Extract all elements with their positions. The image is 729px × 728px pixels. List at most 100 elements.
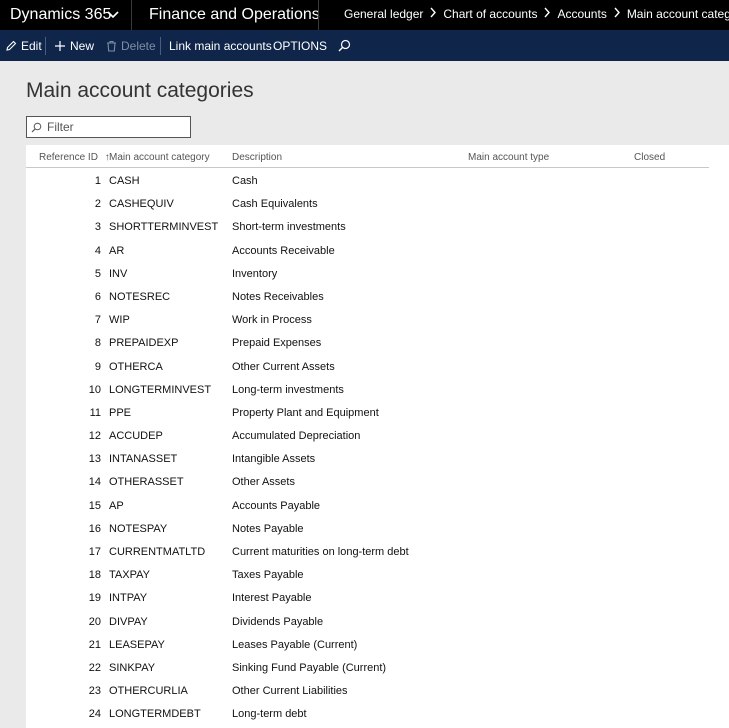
content-area: Main account categories Reference ID ↑ M… (0, 61, 729, 728)
reference-id-cell: 1 (94, 175, 101, 187)
description-cell: Long-term investments (232, 383, 344, 396)
edit-label: Edit (21, 38, 42, 53)
description-cell: Leases Payable (Current) (232, 638, 358, 651)
reference-id-cell: 13 (88, 453, 101, 466)
description-cell: Interest Payable (232, 592, 312, 605)
table-row[interactable]: 17 CURRENTMATLTD Current maturities on lon… (26, 539, 709, 562)
category-cell: NOTESPAY (109, 522, 168, 535)
table-row[interactable]: 24 LONGTERMDEBT Long-term debt (26, 701, 709, 724)
breadcrumb-accounts[interactable]: Accounts (557, 7, 606, 21)
reference-id-cell: 11 (89, 406, 101, 419)
nav-divider (318, 0, 319, 30)
table-row[interactable]: 5 INV Inventory (26, 261, 709, 284)
delete-button[interactable]: Delete (106, 30, 156, 61)
table-row[interactable]: 7 WIP Work in Process (26, 307, 709, 330)
table-row[interactable]: 22 SINKPAY Sinking Fund Payable (Current) (26, 655, 709, 678)
link-main-accounts-label: Link main accounts (169, 38, 272, 53)
column-header-main-account-type[interactable]: Main account type (468, 152, 549, 163)
table-row[interactable]: 6 NOTESREC Notes Receivables (26, 284, 709, 307)
table-row[interactable]: 23 OTHERCURLIA Other Current Liabilities (26, 678, 709, 701)
table-row[interactable]: 3 SHORTTERMINVEST Short-term investments (26, 214, 709, 237)
search-icon (338, 39, 351, 52)
options-tab[interactable]: OPTIONS (273, 30, 327, 61)
column-header-description[interactable]: Description (232, 152, 282, 163)
category-cell: AR (109, 244, 125, 257)
category-cell: LEASEPAY (109, 638, 165, 651)
table-row[interactable]: 19 INTPAY Interest Payable (26, 585, 709, 608)
category-cell: ACCUDEP (109, 430, 163, 443)
column-header-main-account-category[interactable]: Main account category (109, 152, 210, 163)
column-header-reference-id[interactable]: Reference ID ↑ (39, 152, 110, 163)
breadcrumb-general-ledger[interactable]: General ledger (344, 7, 423, 21)
app-switcher[interactable]: Dynamics 365 (0, 0, 131, 30)
left-margin (0, 61, 26, 728)
category-cell: LONGTERMINVEST (109, 383, 212, 396)
table-row[interactable]: 13 INTANASSET Intangible Assets (26, 446, 709, 469)
category-cell: INTANASSET (109, 453, 178, 466)
action-divider (45, 37, 46, 55)
table-row[interactable]: 20 DIVPAY Dividends Payable (26, 609, 709, 632)
description-cell: Notes Payable (232, 522, 304, 535)
edit-button[interactable]: Edit (5, 30, 42, 61)
new-button[interactable]: New (54, 30, 94, 61)
module-name[interactable]: Finance and Operations (149, 0, 320, 30)
chevron-right-icon (537, 7, 557, 21)
reference-id-cell: 24 (88, 708, 101, 721)
pencil-icon (6, 40, 17, 51)
action-divider (160, 37, 161, 55)
column-header-closed[interactable]: Closed (634, 152, 665, 163)
reference-id-cell: 2 (94, 198, 101, 211)
reference-id-cell: 7 (94, 314, 101, 327)
table-row[interactable]: 10 LONGTERMINVEST Long-term investments (26, 377, 709, 400)
table-row[interactable]: 4 AR Accounts Receivable (26, 238, 709, 261)
module-label: Finance and Operations (149, 6, 320, 23)
table-row[interactable]: 8 PREPAIDEXP Prepaid Expenses (26, 330, 709, 353)
table-row[interactable]: 14 OTHERASSET Other Assets (26, 469, 709, 492)
category-cell: INTPAY (109, 592, 148, 605)
search-button[interactable] (338, 30, 355, 61)
category-cell: NOTESREC (109, 290, 171, 303)
reference-id-cell: 17 (88, 546, 101, 558)
description-cell: Intangible Assets (232, 453, 316, 466)
table-row[interactable]: 18 TAXPAY Taxes Payable (26, 562, 709, 585)
table-row[interactable]: 16 NOTESPAY Notes Payable (26, 516, 709, 539)
description-cell: Notes Receivables (232, 290, 324, 303)
table-row[interactable]: 2 CASHEQUIV Cash Equivalents (26, 191, 709, 214)
reference-id-cell: 5 (94, 267, 101, 280)
table-row[interactable]: 15 AP Accounts Payable (26, 493, 709, 516)
category-cell: DIVPAY (109, 615, 148, 628)
description-cell: Cash (232, 175, 258, 187)
category-cell: CURRENTMATLTD (109, 546, 206, 558)
table-row[interactable]: 21 LEASEPAY Leases Payable (Current) (26, 632, 709, 655)
breadcrumb: General ledger Chart of accounts Account… (344, 0, 729, 28)
breadcrumb-chart-of-accounts[interactable]: Chart of accounts (443, 7, 537, 21)
category-cell: OTHERCURLIA (109, 685, 188, 698)
table-row[interactable]: 1 CASH Cash (26, 168, 709, 191)
description-cell: Accounts Receivable (232, 244, 335, 257)
reference-id-cell: 8 (94, 337, 101, 350)
category-cell: CASH (109, 175, 140, 187)
filter-box[interactable] (26, 116, 191, 138)
table-row[interactable]: 9 OTHERCA Other Current Assets (26, 354, 709, 377)
description-cell: Other Assets (232, 476, 295, 489)
filter-input[interactable] (47, 120, 177, 134)
link-main-accounts-button[interactable]: Link main accounts (169, 30, 272, 61)
reference-id-cell: 9 (94, 360, 101, 373)
action-pane: Edit New Delete Link main accounts OPTIO… (0, 30, 729, 61)
description-cell: Current maturities on long-term debt (232, 546, 409, 558)
page-header: Main account categories (26, 61, 729, 145)
category-cell: CASHEQUIV (109, 198, 174, 211)
plus-icon (55, 40, 65, 51)
breadcrumb-main-account-categories[interactable]: Main account categories (627, 7, 729, 21)
category-cell: WIP (109, 314, 130, 327)
description-cell: Cash Equivalents (232, 198, 318, 211)
category-cell: PPE (109, 406, 132, 419)
category-cell: TAXPAY (109, 569, 150, 582)
category-cell: PREPAIDEXP (109, 337, 179, 350)
table-row[interactable]: 11 PPE Property Plant and Equipment (26, 400, 709, 423)
table-row[interactable]: 12 ACCUDEP Accumulated Depreciation (26, 423, 709, 446)
description-cell: Work in Process (232, 314, 312, 327)
description-cell: Sinking Fund Payable (Current) (232, 661, 387, 674)
trash-icon (107, 40, 116, 52)
delete-label: Delete (121, 38, 156, 53)
